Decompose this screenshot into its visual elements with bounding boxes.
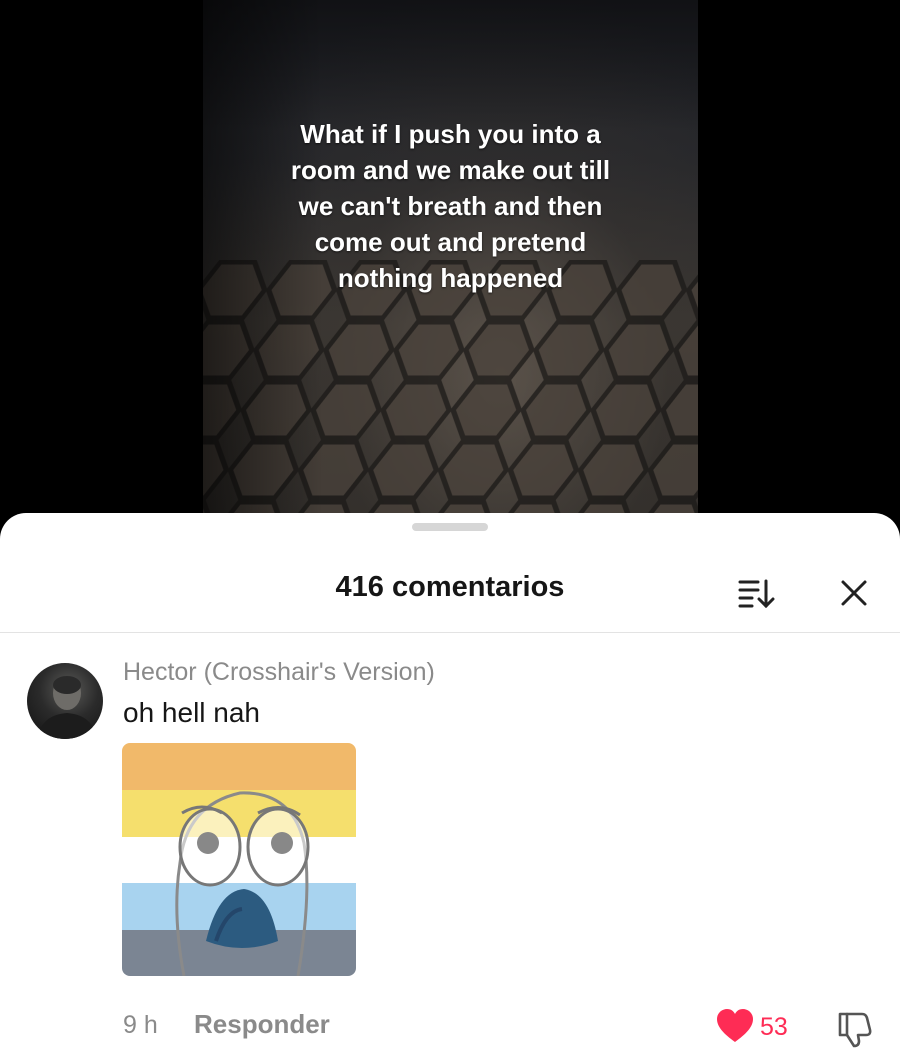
sort-descending-icon bbox=[738, 579, 775, 609]
sort-button[interactable] bbox=[736, 575, 778, 611]
close-icon bbox=[841, 580, 867, 606]
shocked-face-sticker bbox=[122, 743, 356, 976]
comment-sticker[interactable] bbox=[122, 743, 356, 976]
dislike-button[interactable] bbox=[834, 1008, 874, 1048]
comment-username[interactable]: Hector (Crosshair's Version) bbox=[123, 658, 435, 687]
like-count: 53 bbox=[760, 1013, 788, 1041]
video-caption: What if I push you into a room and we ma… bbox=[290, 119, 611, 293]
close-button[interactable] bbox=[836, 575, 872, 611]
comment-timestamp: 9 h bbox=[123, 1011, 158, 1039]
like-button[interactable] bbox=[716, 1008, 754, 1044]
comment-text: oh hell nah bbox=[123, 697, 261, 728]
comment-item: Hector (Crosshair's Version) oh hell nah bbox=[0, 653, 900, 1053]
comments-sheet: 416 comentarios Hector (Crosshair's Vers… bbox=[0, 513, 900, 1064]
header-divider bbox=[0, 632, 900, 633]
drag-handle[interactable] bbox=[412, 523, 488, 531]
reply-button[interactable]: Responder bbox=[194, 1009, 330, 1040]
heart-icon bbox=[717, 1009, 753, 1042]
avatar-portrait bbox=[37, 676, 97, 739]
thumbs-down-icon bbox=[838, 1012, 872, 1048]
video-player[interactable]: What if I push you into a room and we ma… bbox=[203, 0, 698, 540]
avatar[interactable] bbox=[27, 663, 103, 739]
